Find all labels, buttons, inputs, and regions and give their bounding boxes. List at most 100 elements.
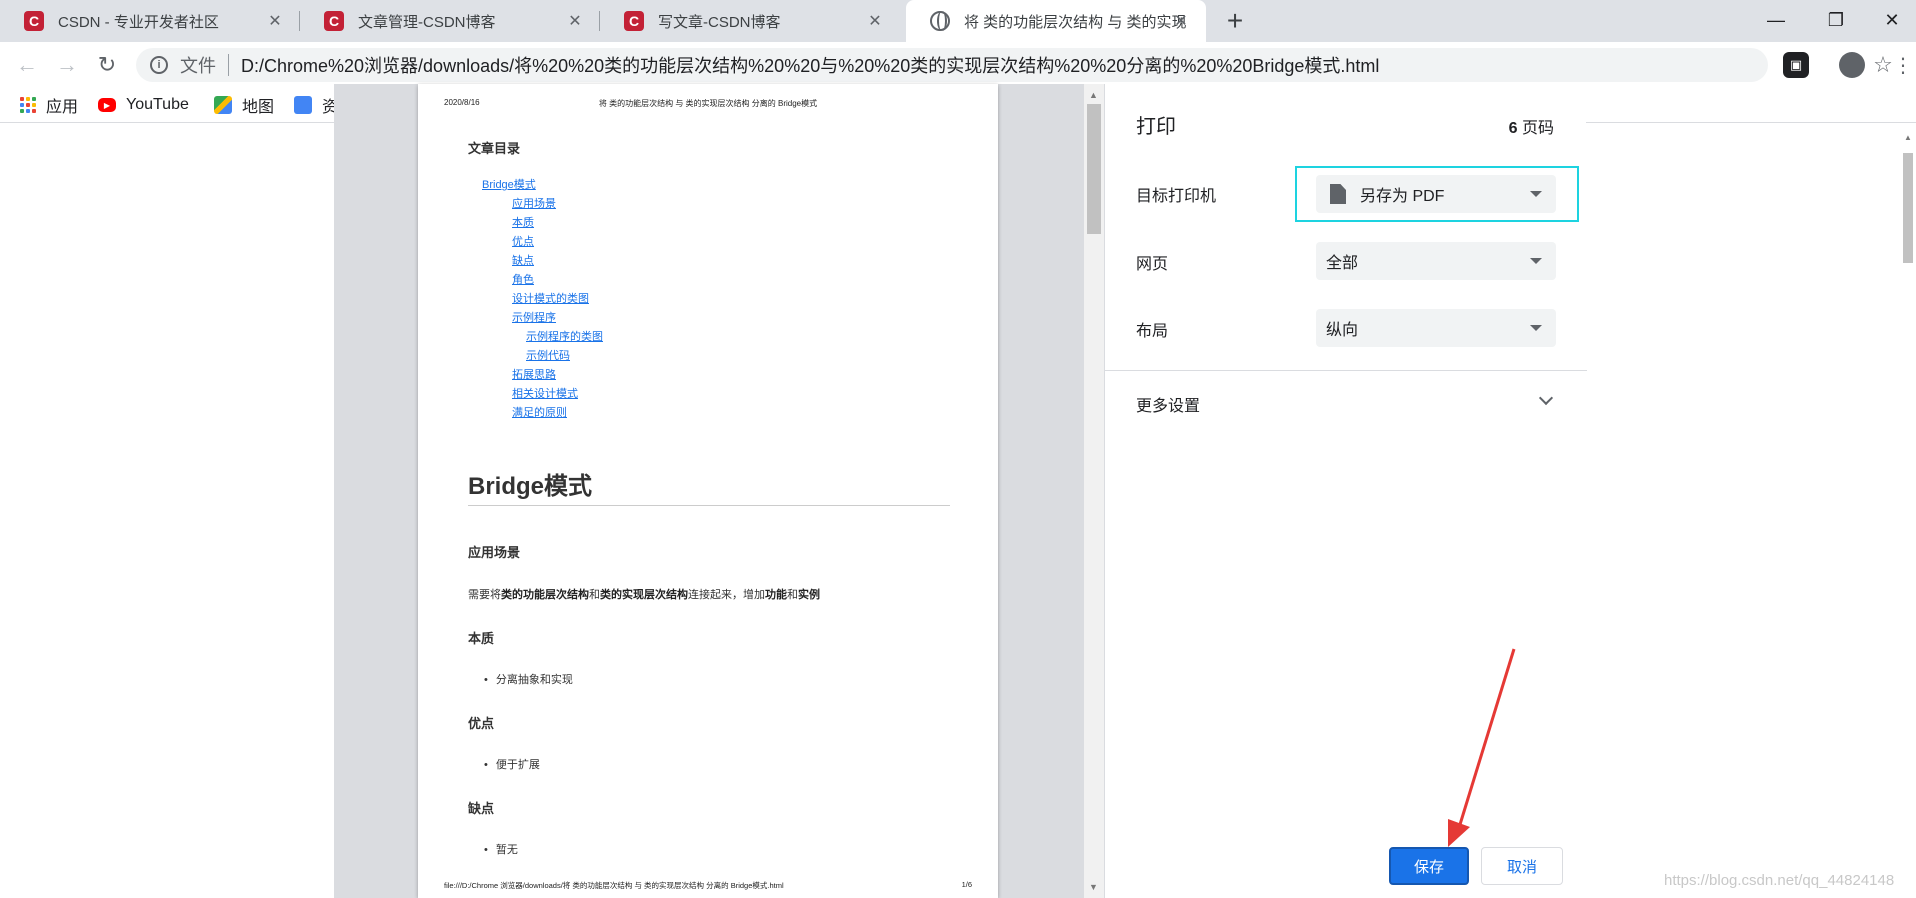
maximize-button[interactable]: ❐ [1806, 0, 1866, 40]
scroll-down-icon[interactable]: ▼ [1089, 882, 1098, 892]
print-title: 打印 [1136, 116, 1176, 138]
destination-value: 另存为 PDF [1360, 188, 1445, 205]
list-item: 便于扩展 [484, 756, 540, 772]
dropdown-caret-icon [1530, 258, 1542, 264]
tab-strip: C CSDN - 专业开发者社区 ✕ C 文章管理-CSDN博客 ✕ C 写文章… [0, 0, 1916, 42]
text-run: 和 [589, 589, 600, 601]
destination-label: 目标打印机 [1136, 188, 1217, 205]
bookmark-youtube[interactable]: ▶ YouTube [98, 94, 189, 116]
url-text[interactable]: D:/Chrome%20浏览器/downloads/将%20%20类的功能层次结… [241, 52, 1379, 78]
forward-button[interactable]: → [52, 50, 82, 80]
bookmark-label: YouTube [126, 96, 189, 113]
layout-select[interactable]: 纵向 [1316, 309, 1556, 347]
pages-select[interactable]: 全部 [1316, 242, 1556, 280]
page-scrollbar[interactable]: ▲ [1900, 123, 1916, 898]
scroll-thumb[interactable] [1903, 153, 1913, 263]
tab-title: 文章管理-CSDN博客 [358, 13, 496, 31]
scroll-up-icon[interactable]: ▲ [1089, 90, 1098, 100]
list-item: 暂无 [484, 841, 518, 857]
extension-icon[interactable]: ▣ [1783, 52, 1809, 78]
toc-link[interactable]: 设计模式的类图 [512, 290, 589, 306]
section-heading: 缺点 [468, 801, 495, 816]
bold-run: 功能 [765, 589, 787, 601]
layout-value: 纵向 [1326, 322, 1359, 339]
h1-divider [468, 505, 950, 506]
toc-link[interactable]: 满足的原则 [512, 404, 567, 420]
preview-scrollbar[interactable]: ▲ ▼ [1084, 84, 1104, 898]
youtube-icon: ▶ [98, 98, 116, 112]
bookmark-maps[interactable]: 地图 [214, 94, 274, 116]
tab-write-article[interactable]: C 写文章-CSDN博客 ✕ [600, 0, 900, 42]
toc-link[interactable]: 角色 [512, 271, 534, 287]
toc-link[interactable]: 拓展思路 [512, 366, 556, 382]
page-header-title: 将 类的功能层次结构 与 类的实现层次结构 分离的 Bridge模式 [598, 99, 818, 108]
back-button[interactable]: ← [12, 50, 42, 80]
csdn-logo-icon: C [24, 11, 44, 31]
profile-avatar-icon[interactable] [1839, 52, 1865, 78]
dropdown-caret-icon [1530, 325, 1542, 331]
bookmark-translate[interactable]: 资 [294, 94, 338, 116]
menu-kebab-icon[interactable]: ⋮ [1890, 52, 1916, 78]
csdn-logo-icon: C [624, 11, 644, 31]
bold-run: 实例 [798, 589, 820, 601]
minimize-button[interactable]: — [1746, 0, 1806, 40]
page-footer-number: 1/6 [961, 880, 972, 889]
text-run: 连接起来，增加 [688, 589, 765, 601]
toc-link[interactable]: 缺点 [512, 252, 534, 268]
tab-title: 写文章-CSDN博客 [658, 13, 781, 31]
section-heading: 应用场景 [468, 545, 521, 560]
browser-toolbar: ← → ↻ i 文件 D:/Chrome%20浏览器/downloads/将%2… [0, 42, 1916, 87]
dropdown-caret-icon [1530, 191, 1542, 197]
globe-icon [930, 11, 950, 31]
close-icon[interactable]: ✕ [864, 10, 886, 32]
bookmark-label: 应用 [46, 99, 79, 116]
more-settings-toggle[interactable]: 更多设置 [1136, 392, 1200, 416]
watermark-text: https://blog.csdn.net/qq_44824148 [1664, 872, 1895, 889]
bold-run: 类的功能层次结构 [501, 589, 589, 601]
toc-link[interactable]: 本质 [512, 214, 534, 230]
tab-bridge-pattern[interactable]: 将 类的功能层次结构 与 类的实现 ✕ [906, 0, 1206, 42]
toc-link[interactable]: 示例代码 [526, 347, 570, 363]
text-run: 需要将 [468, 589, 501, 601]
scroll-up-icon[interactable]: ▲ [1904, 133, 1912, 142]
scroll-thumb[interactable] [1087, 104, 1101, 234]
close-icon[interactable]: ✕ [564, 10, 586, 32]
close-icon[interactable]: ✕ [1170, 10, 1192, 32]
omnibox-separator [228, 54, 229, 76]
section-paragraph: 需要将类的功能层次结构和类的实现层次结构连接起来，增加功能和实例 [468, 586, 820, 602]
pages-label: 网页 [1136, 256, 1169, 273]
tab-article-manage[interactable]: C 文章管理-CSDN博客 ✕ [300, 0, 600, 42]
print-preview-page: 2020/8/16 将 类的功能层次结构 与 类的实现层次结构 分离的 Brid… [418, 84, 998, 898]
text-run: 和 [787, 589, 798, 601]
new-tab-button[interactable]: + [1220, 5, 1250, 36]
settings-divider [1105, 370, 1587, 371]
bookmark-label: 地图 [242, 99, 275, 116]
chevron-down-icon[interactable] [1536, 390, 1556, 410]
reload-button[interactable]: ↻ [92, 50, 122, 80]
tab-title: CSDN - 专业开发者社区 [58, 13, 219, 31]
page-count-unit: 页码 [1521, 120, 1554, 137]
page-footer-url: file:///D:/Chrome 浏览器/downloads/将 类的功能层次… [444, 881, 784, 890]
address-bar[interactable]: i 文件 D:/Chrome%20浏览器/downloads/将%20%20类的… [136, 48, 1893, 82]
page-count: 6 页码 [1509, 114, 1554, 138]
toc-link[interactable]: Bridge模式 [482, 176, 536, 192]
close-icon[interactable]: ✕ [264, 10, 286, 32]
toc-link[interactable]: 示例程序 [512, 309, 556, 325]
page-h1: Bridge模式 [468, 473, 593, 500]
toc-link[interactable]: 相关设计模式 [512, 385, 578, 401]
toc-link[interactable]: 应用场景 [512, 195, 556, 211]
annotation-arrow-icon [1448, 648, 1516, 847]
toc-link[interactable]: 优点 [512, 233, 534, 249]
destination-select[interactable]: 另存为 PDF [1316, 175, 1556, 213]
layout-label: 布局 [1136, 323, 1169, 340]
tab-csdn-home[interactable]: C CSDN - 专业开发者社区 ✕ [0, 0, 300, 42]
tab-title: 将 类的功能层次结构 与 类的实现 [964, 13, 1187, 31]
section-heading: 本质 [468, 631, 495, 646]
csdn-logo-icon: C [324, 11, 344, 31]
info-icon[interactable]: i [150, 56, 168, 74]
bookmark-apps[interactable]: 应用 [20, 94, 78, 116]
close-window-button[interactable]: ✕ [1862, 0, 1916, 40]
scheme-label: 文件 [180, 56, 216, 76]
toc-link[interactable]: 示例程序的类图 [526, 328, 603, 344]
pages-value: 全部 [1326, 255, 1359, 272]
